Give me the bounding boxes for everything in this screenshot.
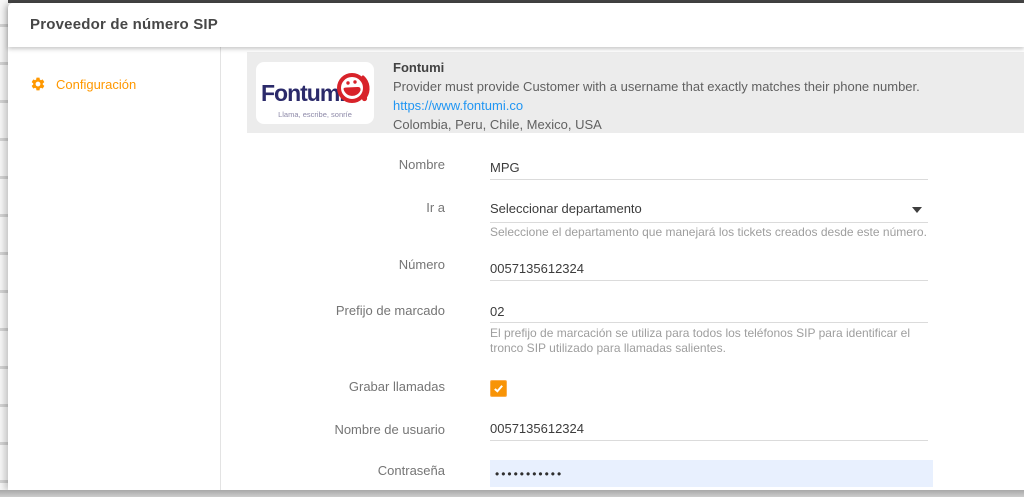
department-field-label: Ir a	[240, 200, 445, 215]
dropdown-arrow-icon	[912, 207, 922, 213]
record-calls-field-label: Grabar llamadas	[240, 379, 445, 394]
department-select[interactable]: Seleccionar departamento	[490, 199, 928, 223]
provider-description: Provider must provide Customer with a us…	[393, 77, 920, 96]
username-field-label: Nombre de usuario	[240, 422, 445, 437]
provider-countries: Colombia, Peru, Chile, Mexico, USA	[393, 115, 920, 134]
name-field-label: Nombre	[240, 157, 445, 172]
sidebar-item-configuracion[interactable]: Configuración	[30, 74, 136, 94]
sidebar-item-label: Configuración	[56, 77, 136, 92]
checkmark-icon	[493, 383, 504, 394]
provider-info-box: Fontumi Llama, escribe, sonríe Fontumi P…	[247, 52, 1024, 133]
record-calls-checkbox[interactable]	[490, 380, 507, 397]
dial-prefix-help-text: El prefijo de marcación se utiliza para …	[490, 326, 935, 356]
backdrop-left-strip	[0, 0, 8, 497]
gear-icon	[30, 76, 46, 92]
dial-prefix-field-label: Prefijo de marcado	[240, 303, 445, 318]
dialog-header: Proveedor de número SIP	[8, 3, 1024, 47]
backdrop-bottom-strip	[0, 490, 1024, 497]
provider-url-link[interactable]: https://www.fontumi.co	[393, 96, 920, 115]
password-field-label: Contraseña	[240, 463, 445, 478]
sidebar-divider	[220, 47, 221, 490]
name-input[interactable]	[490, 156, 928, 180]
number-input[interactable]	[490, 257, 928, 281]
logo-tagline: Llama, escribe, sonríe	[278, 110, 352, 119]
logo-wordmark: Fontumi	[261, 80, 345, 106]
dialog-title: Proveedor de número SIP	[30, 16, 218, 33]
dial-prefix-input[interactable]	[490, 301, 928, 323]
logo-face-icon	[339, 75, 368, 101]
password-input[interactable]	[490, 460, 933, 487]
department-select-value: Seleccionar departamento	[490, 201, 642, 216]
provider-name: Fontumi	[393, 58, 920, 77]
department-help-text: Seleccione el departamento que manejará …	[490, 225, 935, 240]
fontumi-logo: Fontumi Llama, escribe, sonríe	[256, 62, 374, 124]
username-input[interactable]	[490, 417, 928, 441]
number-field-label: Número	[240, 257, 445, 272]
